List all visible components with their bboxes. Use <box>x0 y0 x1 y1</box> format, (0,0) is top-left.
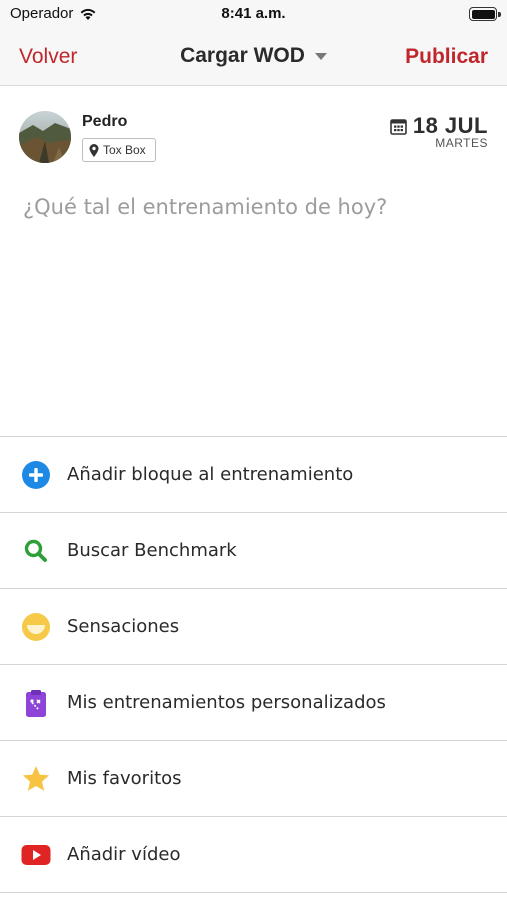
option-label: Sensaciones <box>67 616 180 637</box>
location-label: Tox Box <box>103 143 146 157</box>
option-label: Buscar Benchmark <box>67 540 237 561</box>
status-time: 8:41 a.m. <box>221 5 286 22</box>
feelings-option[interactable]: Sensaciones <box>0 589 507 665</box>
option-label: Mis favoritos <box>67 768 182 789</box>
navigation-bar: Volver Cargar WOD Publicar <box>0 30 507 86</box>
page-title: Cargar WOD <box>180 44 305 67</box>
avatar-photo <box>19 111 71 163</box>
option-label: Añadir bloque al entrenamiento <box>67 464 354 485</box>
clipboard-icon <box>21 688 51 718</box>
title-dropdown[interactable]: Cargar WOD <box>180 44 327 68</box>
star-icon <box>21 764 51 794</box>
options-list: Añadir bloque al entrenamiento Buscar Be… <box>0 436 507 893</box>
user-name: Pedro <box>82 113 128 130</box>
favorites-option[interactable]: Mis favoritos <box>0 741 507 817</box>
weekday-label: MARTES <box>435 136 488 150</box>
custom-workouts-option[interactable]: Mis entrenamientos personalizados <box>0 665 507 741</box>
youtube-icon <box>21 840 51 870</box>
smiley-icon <box>21 612 51 642</box>
calendar-icon <box>390 118 407 135</box>
publish-button[interactable]: Publicar <box>405 45 488 69</box>
caret-down-icon <box>314 52 327 60</box>
plus-circle-icon <box>21 460 51 490</box>
status-bar: Operador 8:41 a.m. <box>0 0 507 30</box>
date-selector[interactable]: 18 JUL MARTES <box>390 113 488 150</box>
avatar[interactable] <box>19 111 71 163</box>
magnifier-icon <box>21 536 51 566</box>
add-video-option[interactable]: Añadir vídeo <box>0 817 507 893</box>
add-block-option[interactable]: Añadir bloque al entrenamiento <box>0 437 507 513</box>
location-chip[interactable]: Tox Box <box>82 138 156 162</box>
location-pin-icon <box>89 143 99 157</box>
option-label: Mis entrenamientos personalizados <box>67 692 386 713</box>
workout-text-input[interactable] <box>23 195 483 425</box>
battery-icon <box>469 7 501 21</box>
option-label: Añadir vídeo <box>67 844 181 865</box>
search-benchmark-option[interactable]: Buscar Benchmark <box>0 513 507 589</box>
